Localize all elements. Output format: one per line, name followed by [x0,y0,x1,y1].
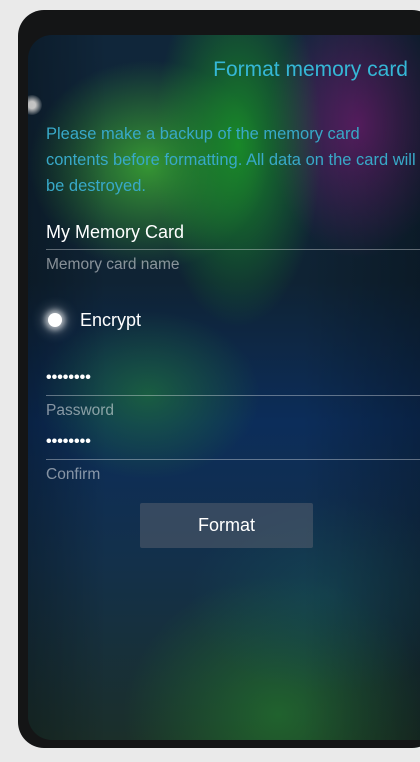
card-name-field[interactable]: My Memory Card Memory card name [46,219,420,274]
encrypt-label: Encrypt [80,309,142,330]
password-label: Password [46,402,115,419]
page-title: Format memory card [213,58,408,81]
card-name-input[interactable]: My Memory Card [46,219,420,245]
card-name-label: Memory card name [46,256,180,273]
pulley-menu-indicator[interactable] [28,95,42,115]
password-underline [46,395,420,396]
switch-indicator-icon[interactable] [48,313,62,327]
encrypt-switch[interactable]: Encrypt [46,306,141,334]
confirm-label: Confirm [46,466,101,483]
confirm-field[interactable]: •••••••• Confirm [46,429,420,484]
confirm-input[interactable]: •••••••• [46,429,420,455]
password-field[interactable]: •••••••• Password [46,365,420,420]
format-button[interactable]: Format [140,503,313,548]
confirm-underline [46,459,420,460]
password-input[interactable]: •••••••• [46,365,420,391]
card-name-underline [46,249,420,250]
warning-description: Please make a backup of the memory card … [46,125,416,195]
